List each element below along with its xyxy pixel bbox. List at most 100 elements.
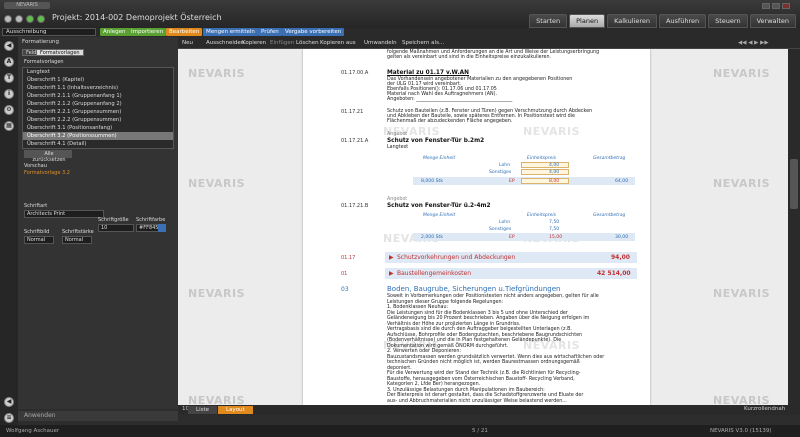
tab-kalkulieren[interactable]: Kalkulieren [607, 14, 657, 28]
watermark: NEVARIS [523, 125, 580, 138]
bearbeiten-button[interactable]: Bearbeiten [166, 28, 203, 36]
bottom-bar: 100 % Liste Layout Kurzrollendnah [178, 405, 800, 415]
kopieren-aus-button[interactable]: Kopieren aus [320, 39, 356, 47]
tab-planen[interactable]: Planen [569, 14, 606, 28]
ausschreibung-select[interactable]: Ausschreibung [2, 28, 96, 36]
table-header: Einheitspreis [527, 213, 556, 218]
list-item[interactable]: Überschrift 3.1 (Positionsanfang) [23, 124, 173, 132]
table-header: Gesamtbetrag [593, 156, 626, 161]
minimize-icon[interactable] [762, 3, 770, 9]
schriftgroesse-select[interactable]: 10 [98, 224, 134, 232]
module-toolbar: Ausschreibung Anlegen Importieren Bearbe… [0, 28, 800, 37]
schriftart-label: Schriftart [24, 203, 48, 209]
anwenden-button[interactable]: Anwenden [18, 411, 178, 421]
list-item[interactable]: Überschrift 1.1 (Inhaltsverzeichnis) [23, 84, 173, 92]
back-icon[interactable]: ◀ [4, 41, 14, 51]
tab-steuern[interactable]: Steuern [708, 14, 748, 28]
speichern-als-button[interactable]: Speichern als... [402, 39, 444, 47]
back-nav-icon[interactable]: ◀ [4, 397, 14, 407]
chapter-number: 03 [341, 286, 349, 293]
status-user: Wolfgang Aschauer [6, 428, 60, 434]
list-item[interactable]: Überschrift 2.1.2 (Gruppenanfang 2) [23, 100, 173, 108]
sonstiges-value: 4,00 [549, 170, 560, 175]
formatvorlagen-list: Langtext Überschrift 1 (Kapitel) Übersch… [22, 67, 174, 149]
tab-layout[interactable]: Layout [218, 406, 253, 414]
table-header: Menge Einheit [423, 213, 456, 218]
text-line: Geländeneigung bis 20 Prozent beschriebe… [387, 316, 590, 321]
lohn-input[interactable] [521, 162, 569, 168]
preview-value: Formatvorlage 3.2 [24, 170, 70, 176]
info-icon[interactable]: i [4, 89, 14, 99]
tab-liste[interactable]: Liste [188, 406, 217, 414]
tab-verwalten[interactable]: Verwalten [749, 14, 796, 28]
loeschen-button[interactable]: Löschen [296, 39, 319, 47]
tab-ausfuehren[interactable]: Ausführen [658, 14, 707, 28]
nav-arrows-icon[interactable]: ◀◀ ◀ ▶ ▶▶ [738, 39, 769, 47]
format-icon[interactable]: A [4, 57, 14, 67]
pruefen-button[interactable]: Prüfen [258, 28, 282, 36]
formatvorlagen-label: Formatvorlagen [24, 59, 64, 65]
anlegen-button[interactable]: Anlegen [100, 28, 129, 36]
umwandeln-button[interactable]: Umwandeln [364, 39, 397, 47]
vergabe-vorbereiten-button[interactable]: Vergabe vorbereiten [282, 28, 345, 36]
table-header: Einheitspreis [527, 156, 556, 161]
list-item[interactable]: Überschrift 2.1.1 (Gruppenanfang 1) [23, 92, 173, 100]
expand-icon[interactable]: ▶ [389, 270, 394, 277]
importieren-button[interactable]: Importieren [128, 28, 167, 36]
tab-formatvorlagen[interactable]: Formatvorlagen [36, 49, 84, 56]
position-number: 01.17.21.A [341, 138, 369, 144]
document-canvas[interactable]: NEVARIS NEVARIS NEVARIS NEVARIS NEVARIS … [178, 49, 788, 405]
list-item[interactable]: Langtext [23, 68, 173, 76]
lohn-value: 7,50 [549, 220, 560, 225]
status-icon[interactable] [37, 15, 45, 23]
color-picker-icon[interactable] [158, 224, 166, 232]
maximize-icon[interactable] [772, 3, 780, 9]
grid-icon[interactable]: ▦ [4, 121, 14, 131]
watermark: NEVARIS [713, 177, 770, 190]
schriftfarbe-label: Schriftfarbe [136, 217, 166, 223]
circle-icon[interactable] [4, 15, 12, 23]
tab-starten[interactable]: Starten [529, 14, 568, 28]
list-item[interactable]: Überschrift 2.2.2 (Gruppensummen) [23, 116, 173, 124]
mengen-ermitteln-button[interactable]: Mengen ermitteln [203, 28, 258, 36]
circle-icon[interactable] [15, 15, 23, 23]
kopieren-button[interactable]: Kopieren [242, 39, 266, 47]
ep-input[interactable] [521, 178, 569, 184]
schriftart-select[interactable]: Architects Print [24, 210, 104, 218]
vertical-scrollbar[interactable] [788, 49, 800, 405]
scrollbar-thumb[interactable] [790, 159, 798, 209]
position-title: Schutz von Fenster-Tür ü.2-4m2 [387, 203, 491, 209]
list-item[interactable]: Überschrift 1 (Kapitel) [23, 76, 173, 84]
menu-icon[interactable]: ≡ [4, 413, 14, 423]
schriftbild-select[interactable]: Normal [24, 236, 54, 244]
sonstiges-input[interactable] [521, 169, 569, 175]
position-total: 30,00 [615, 235, 629, 240]
list-item[interactable]: Überschrift 4.1 (Detail) [23, 140, 173, 148]
preview-label: Vorschau [24, 163, 47, 169]
document-toolbar: Neu Ausschneiden Kopieren Einfügen Lösch… [178, 37, 800, 49]
angebot-label: Angebot [387, 132, 408, 137]
window-title: Projekt: 2014-002 Demoprojekt Österreich [52, 13, 222, 22]
list-item-selected[interactable]: Überschrift 3.2 (Positionssummen) [23, 132, 173, 140]
group-title: Schutzvorkehrungen und Abdeckungen [397, 254, 516, 261]
schriftgroesse-label: Schriftgröße [98, 217, 129, 223]
ep-label: EP [509, 235, 515, 240]
sonstiges-label: Sonstiges [489, 227, 512, 232]
settings-icon[interactable]: ⚙ [4, 105, 14, 115]
lohn-value: 4,00 [549, 163, 560, 168]
expand-icon[interactable]: ▶ [389, 254, 394, 261]
lohn-label: Lohn [499, 220, 511, 225]
list-item[interactable]: Überschrift 2.2.1 (Gruppensummen) [23, 108, 173, 116]
watermark: NEVARIS [188, 394, 245, 405]
schriftstaerke-select[interactable]: Normal [62, 236, 92, 244]
close-icon[interactable] [782, 3, 790, 9]
neu-button[interactable]: Neu [182, 39, 193, 47]
sonstiges-value: 7,50 [549, 227, 560, 232]
text-icon[interactable]: T [4, 73, 14, 83]
einfuegen-button[interactable]: Einfügen [270, 39, 294, 47]
ausschneiden-button[interactable]: Ausschneiden [206, 39, 244, 47]
reset-all-button[interactable]: Alle zurücksetzen [24, 150, 72, 163]
text-line: Der Bieterpreis ist derart gestaltet, da… [387, 393, 584, 398]
status-icon[interactable] [26, 15, 34, 23]
position-number: 01.17.21.B [341, 203, 369, 209]
